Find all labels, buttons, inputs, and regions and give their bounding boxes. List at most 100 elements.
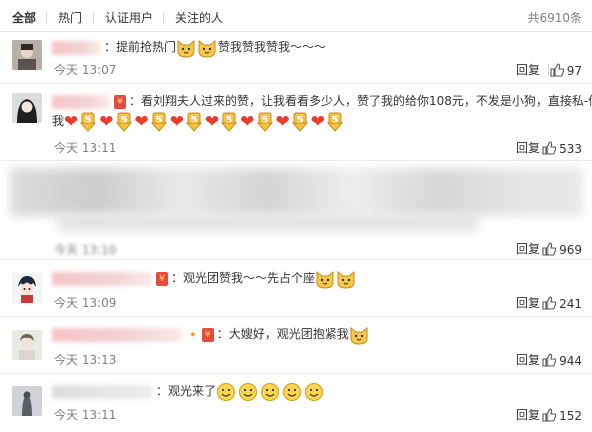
username-blurred[interactable] [52,384,152,399]
heart-emoji-icon: ❤ [205,111,220,132]
avatar[interactable] [12,273,42,303]
emoji-group [315,268,357,289]
comment-body: ：观光来了 [52,381,584,402]
tab-divider [163,12,164,24]
tab-verified-users[interactable]: 认证用户 [105,11,153,25]
comment-time: 今天 13:11 [54,141,117,155]
comment-time: 今天 13:09 [54,296,117,310]
comment-filter-bar: 全部 热门 认证用户 关注的人 共6910条 [0,0,592,32]
comment-body: ：提前抢热门 赞我赞我赞我～～～ [52,37,584,58]
reply-button[interactable]: 回复 [516,408,540,422]
comment-text: ：看刘翔夫人过来的赞，让我看看多少人，赞了我的给你108元，不发是小狗，直接私-… [129,94,592,108]
cat-emoji-icon [316,270,334,289]
comment-text-cont: 我 [52,114,65,128]
cat-emoji-icon [177,39,195,58]
reply-button[interactable]: 回复 [516,353,540,367]
comment-time: 今天 13:10 [54,243,117,257]
smile-emoji-icon [261,382,280,401]
comment-time: 今天 13:11 [54,408,117,422]
like-count: 97 [566,64,582,78]
comment-body: ¥ ：观光团赞我～～先占个座 [52,268,584,289]
red-packet-badge-icon: ¥ [156,271,168,286]
avatar[interactable] [12,386,42,416]
comment-item: ：观光来了 今天 13:11 回复 152 [0,375,592,432]
number-five-emoji-icon: 5 [221,112,238,132]
comment-text-cont: 赞我赞我赞我～～～ [218,40,327,54]
like-button[interactable]: 944 [542,353,582,368]
comment-text: ：大嫂好，观光团抱紧我 [216,327,349,341]
comment-item: ：提前抢热门 赞我赞我赞我～～～ 今天 13:07 回复 97 [0,33,592,84]
redacted-content [58,214,478,232]
like-count: 969 [559,243,582,257]
username-blurred[interactable] [52,40,100,55]
number-five-emoji-icon: 5 [291,112,308,132]
cat-emoji-icon [198,39,216,58]
like-count: 152 [559,409,582,423]
heart-emoji-icon: ❤ [134,111,149,132]
comment-item-redacted: 今天 13:10 回复 969 [0,162,592,260]
username-blurred[interactable] [52,271,152,286]
thumbs-up-icon [542,408,557,422]
cat-emoji-icon [350,326,368,345]
thumbs-up-icon [542,296,557,310]
comment-body: ¥ ：看刘翔夫人过来的赞，让我看看多少人，赞了我的给你108元，不发是小狗，直接私… [52,91,592,111]
smile-emoji-icon [283,382,302,401]
thumbs-up-icon [542,353,557,367]
heart-emoji-icon: ❤ [240,111,255,132]
cat-emoji-icon [337,270,355,289]
vip-badge-icon: 🔸 [186,327,200,341]
emoji-group [349,324,370,345]
reply-button[interactable]: 回复 [516,63,540,77]
comment-body-line2: 我 ❤ 5 ❤ 5 ❤ 5 ❤ 5 ❤ 5 ❤ 5 ❤ 5 ❤ 5 [52,111,584,132]
username-blurred[interactable] [52,327,182,342]
red-packet-badge-icon: ¥ [201,327,214,342]
number-five-emoji-icon: 5 [326,112,344,132]
red-packet-badge-icon: ¥ [114,94,126,109]
tab-hot[interactable]: 热门 [58,11,82,25]
comment-time: 今天 13:13 [54,353,117,367]
thumbs-up-icon [542,141,557,155]
comment-item: 🔸 ¥ ：大嫂好，观光团抱紧我 今天 13:13 回复 944 [0,318,592,374]
number-five-emoji-icon: 5 [80,112,97,132]
avatar[interactable] [12,330,42,360]
redacted-content [10,168,582,216]
heart-emoji-icon: ❤ [64,111,79,132]
emoji-group [176,37,218,58]
heart-emoji-icon: ❤ [275,111,290,132]
reply-button[interactable]: 回复 [516,242,540,256]
tab-divider [46,12,47,24]
like-button[interactable]: 241 [542,296,582,311]
heart-emoji-icon: ❤ [169,111,185,132]
like-button[interactable]: 969 [542,242,582,257]
avatar[interactable] [12,40,42,70]
emoji-group: ❤ 5 ❤ 5 ❤ 5 ❤ 5 ❤ 5 ❤ 5 ❤ 5 ❤ 5 [64,111,346,132]
heart-emoji-icon: ❤ [310,111,326,132]
tab-all[interactable]: 全部 [12,11,36,25]
smile-emoji-icon [217,382,236,401]
like-count: 533 [559,142,582,156]
comment-text: ：提前抢热门 [104,40,177,54]
comment-total-count: 共6910条 [527,11,582,25]
reply-button[interactable]: 回复 [516,296,540,310]
comment-time: 今天 13:07 [54,63,117,77]
comment-item: ¥ ：看刘翔夫人过来的赞，让我看看多少人，赞了我的给你108元，不发是小狗，直接私… [0,85,592,161]
like-button[interactable]: 533 [542,141,582,156]
smile-emoji-icon [239,382,258,401]
avatar[interactable] [12,93,42,123]
like-count: 241 [559,297,582,311]
like-button[interactable]: 97 [550,63,582,78]
thumbs-up-icon [550,63,564,77]
number-five-emoji-icon: 5 [256,112,273,132]
number-five-emoji-icon: 5 [115,112,132,132]
comment-text: ：观光团赞我～～先占个座 [171,271,316,285]
tab-following[interactable]: 关注的人 [175,11,223,25]
like-button[interactable]: 152 [542,408,582,423]
like-count: 944 [559,354,582,368]
reply-button[interactable]: 回复 [516,141,540,155]
comment-body: 🔸 ¥ ：大嫂好，观光团抱紧我 [52,324,584,345]
tab-divider [93,12,94,24]
username-blurred[interactable] [52,94,110,109]
number-five-emoji-icon: 5 [185,112,203,132]
emoji-group [216,381,326,402]
heart-emoji-icon: ❤ [99,111,114,132]
